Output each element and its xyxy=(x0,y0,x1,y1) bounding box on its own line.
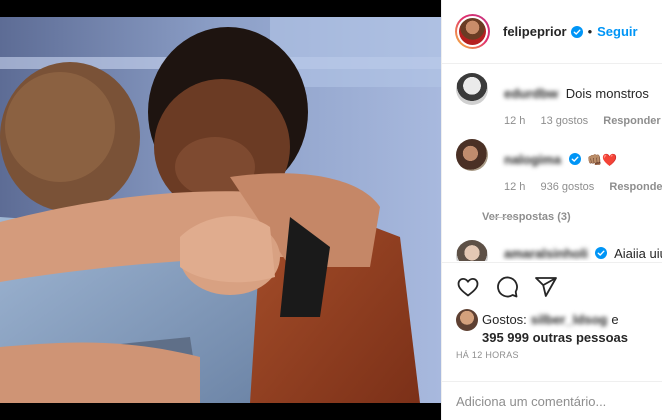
post-timestamp[interactable]: HÁ 12 HORAS xyxy=(456,350,519,360)
author-username[interactable]: felipeprior xyxy=(503,24,567,39)
follow-button[interactable]: Seguir xyxy=(597,24,637,39)
post-side-panel: felipeprior • Seguir edurdbw Dois monstr… xyxy=(441,0,662,420)
likes-prefix: Gostos: xyxy=(482,312,527,327)
liker-avatar[interactable] xyxy=(456,309,478,331)
verified-icon xyxy=(595,247,608,259)
verified-icon xyxy=(570,25,583,38)
comment-likes[interactable]: 13 gostos xyxy=(540,115,588,127)
comment-icon[interactable] xyxy=(495,275,519,299)
post-actions: Gostos: silber_ldsog e 395 999 outras pess… xyxy=(442,262,662,384)
commenter-avatar[interactable] xyxy=(456,73,488,105)
comment-meta: 12 h 13 gostos Responder xyxy=(504,115,662,127)
liker-username[interactable]: silber_ldsog xyxy=(531,312,608,327)
comment-emoji: 👊🏽❤️ xyxy=(587,153,618,167)
commenter-username[interactable]: edurdbw xyxy=(504,86,558,101)
comment-time[interactable]: 12 h xyxy=(504,181,525,193)
reply-button[interactable]: Responder xyxy=(603,115,660,127)
header-separator: • xyxy=(587,24,593,39)
comment-likes[interactable]: 936 gostos xyxy=(540,181,594,193)
post-media[interactable] xyxy=(0,0,441,420)
likes-count-button[interactable]: 395 999 outras pessoas xyxy=(482,330,628,345)
commenter-avatar[interactable] xyxy=(456,139,488,171)
commenter-username[interactable]: amaralsinholi xyxy=(504,246,588,261)
comment-meta: 12 h 936 gostos Responder xyxy=(504,181,662,193)
comments-list[interactable]: edurdbw Dois monstros 12 h 13 gostos Res… xyxy=(442,65,662,261)
heart-icon[interactable] xyxy=(456,275,480,299)
commenter-username[interactable]: nalogima xyxy=(504,152,561,167)
likes-conjunction: e xyxy=(611,312,619,327)
commenter-avatar[interactable] xyxy=(456,240,488,261)
post-photo[interactable] xyxy=(0,17,441,403)
view-replies-button[interactable]: Ver respostas (3) xyxy=(482,211,571,223)
comment-text: Dois monstros xyxy=(565,86,649,101)
comment-time[interactable]: 12 h xyxy=(504,115,525,127)
post-header: felipeprior • Seguir xyxy=(442,0,662,64)
reply-button[interactable]: Responder xyxy=(609,181,662,193)
verified-icon xyxy=(568,153,581,165)
share-icon[interactable] xyxy=(534,275,558,299)
replies-divider xyxy=(490,216,514,218)
comment-text: Aiaiia uiuiu xyxy=(614,246,662,261)
add-comment-bar xyxy=(442,381,662,420)
add-comment-input[interactable] xyxy=(456,390,651,412)
author-avatar[interactable] xyxy=(455,14,490,49)
